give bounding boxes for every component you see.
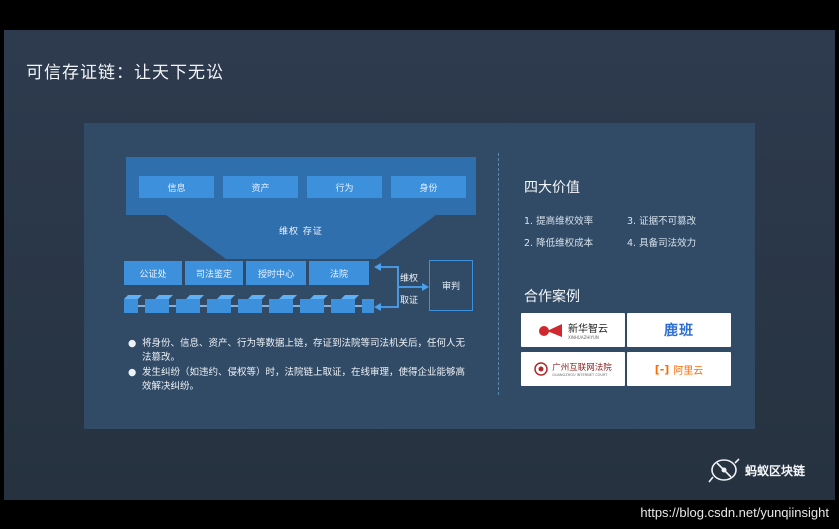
judge-box: 审判 xyxy=(429,260,473,311)
value-item: 1. 提高维权效率 xyxy=(524,216,594,227)
funnel-arrow xyxy=(166,215,436,259)
data-item-identity: 身份 xyxy=(391,176,466,198)
divider xyxy=(498,153,499,395)
data-box: 信息 资产 行为 身份 xyxy=(126,157,476,215)
value-item: 2. 降低维权成本 xyxy=(524,238,594,249)
label-evidence: 取证 xyxy=(400,296,419,306)
node-court: 法院 xyxy=(309,261,369,285)
data-item-asset: 资产 xyxy=(223,176,298,198)
bullet-list: ● 将身份、信息、资产、行为等数据上链，存证到法院等司法机关后，任何人无法篡改。 … xyxy=(128,337,473,395)
node-time-center: 授时中心 xyxy=(246,261,306,285)
label-rights: 维权 xyxy=(400,274,419,284)
value-item: 3. 证据不可篡改 xyxy=(627,216,697,227)
data-item-info: 信息 xyxy=(139,176,214,198)
funnel-label: 维权 存证 xyxy=(279,227,323,237)
node-notary: 公证处 xyxy=(124,261,182,285)
data-item-behavior: 行为 xyxy=(307,176,382,198)
ant-blockchain-logo-icon xyxy=(708,458,740,483)
slide: 可信存证链：让天下无讼 信息 资产 行为 身份 维权 存证 公证处 司法鉴定 授… xyxy=(4,30,835,500)
node-forensics: 司法鉴定 xyxy=(185,261,243,285)
aliyun-logo-icon: [-] xyxy=(654,362,670,376)
blockchain-icon xyxy=(124,295,374,313)
watermark-url: https://blog.csdn.net/yunqiinsight xyxy=(640,505,829,520)
value-item: 4. 具备司法效力 xyxy=(627,238,697,249)
court-emblem-icon xyxy=(534,362,548,376)
values-heading: 四大价值 xyxy=(524,180,580,196)
bullet-item: ● 发生纠纷（如违约、侵权等）时，法院链上取证，在线审理，使得企业能够高效解决纠纷… xyxy=(128,367,466,392)
partners-heading: 合作案例 xyxy=(524,289,580,305)
brand-name: 蚂蚁区块链 xyxy=(745,464,806,478)
partner-luban: 鹿班 xyxy=(627,313,731,347)
bullet-item: ● 将身份、信息、资产、行为等数据上链，存证到法院等司法机关后，任何人无法篡改。 xyxy=(128,338,466,363)
content-panel: 信息 资产 行为 身份 维权 存证 公证处 司法鉴定 授时中心 法院 维权 取证… xyxy=(84,123,755,429)
slide-title: 可信存证链：让天下无讼 xyxy=(26,63,224,83)
partner-gz-court: 广州互联网法院 GUANGZHOU INTERNET COURT xyxy=(521,352,625,386)
partner-xinhua: 新华智云 XINHUAZHIYUN xyxy=(521,313,625,347)
partner-aliyun: [-] 阿里云 xyxy=(627,352,731,386)
xinhua-logo-icon xyxy=(539,324,562,337)
